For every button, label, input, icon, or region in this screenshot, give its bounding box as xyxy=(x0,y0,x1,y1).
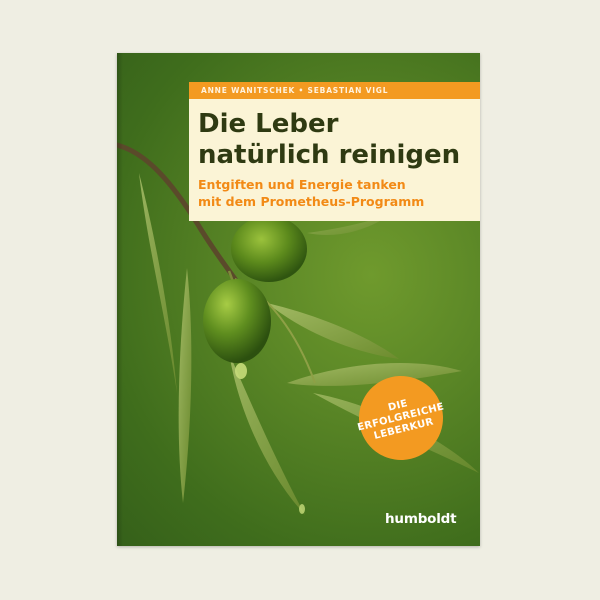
title-panel: Die Leber natürlich reinigen Entgiften u… xyxy=(189,99,480,221)
subtitle-line-2: mit dem Prometheus-Programm xyxy=(198,194,425,209)
publisher-logo: humboldt xyxy=(385,511,457,527)
spine-shadow xyxy=(117,53,123,546)
leaf xyxy=(139,173,177,393)
subtitle-line-1: Entgiften und Energie tanken xyxy=(198,177,406,192)
leaf xyxy=(287,362,462,386)
olive xyxy=(203,279,271,363)
droplet xyxy=(299,504,305,514)
book-cover: ANNE WANITSCHEK • SEBASTIAN VIGL Die Leb… xyxy=(117,53,480,546)
page-background: ANNE WANITSCHEK • SEBASTIAN VIGL Die Leb… xyxy=(0,0,600,600)
olive xyxy=(231,216,307,282)
leaf xyxy=(178,268,192,503)
leaf xyxy=(267,303,399,359)
title-line-1: Die Leber xyxy=(198,109,339,139)
author-bar: ANNE WANITSCHEK • SEBASTIAN VIGL xyxy=(189,82,480,99)
book-title: Die Leber natürlich reinigen xyxy=(198,109,470,171)
droplet xyxy=(235,363,247,379)
author-names: ANNE WANITSCHEK • SEBASTIAN VIGL xyxy=(201,86,389,95)
title-line-2: natürlich reinigen xyxy=(198,140,461,170)
book-subtitle: Entgiften und Energie tanken mit dem Pro… xyxy=(198,176,470,210)
